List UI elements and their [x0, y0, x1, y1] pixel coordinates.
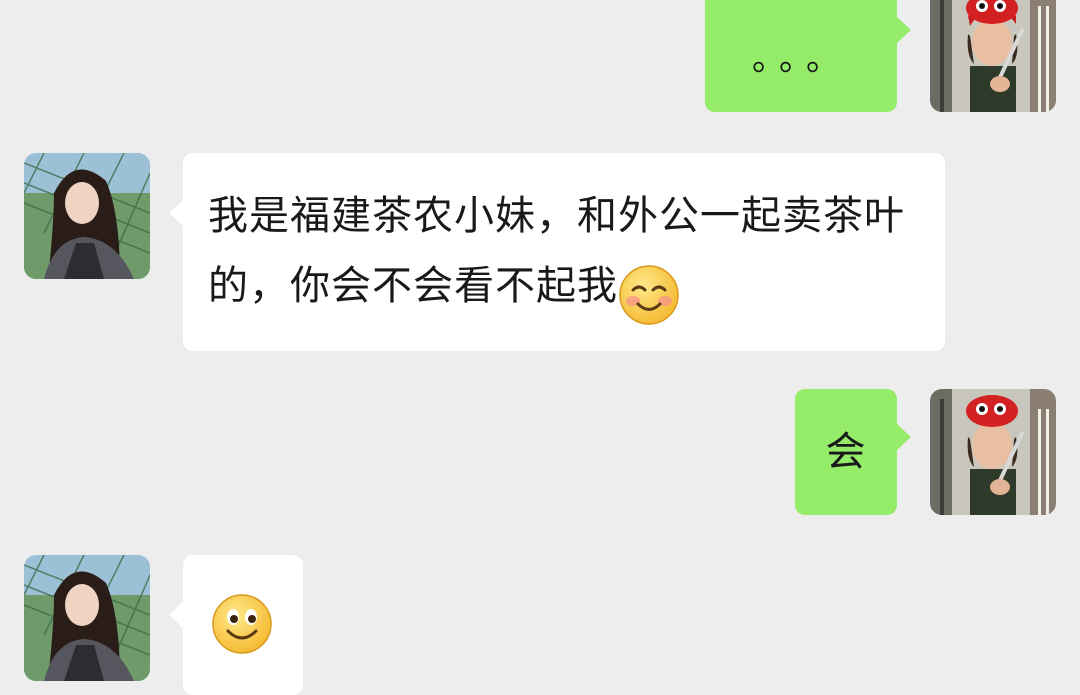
message-bubble-incoming[interactable]: 我是福建茶农小妹，和外公一起卖茶叶的，你会不会看不起我: [169, 153, 945, 351]
message-text: 我是福建茶农小妹，和外公一起卖茶叶的，你会不会看不起我: [208, 193, 905, 309]
message-bubble-outgoing[interactable]: 。。。: [705, 0, 911, 112]
avatar-contact[interactable]: [24, 153, 150, 279]
avatar-self[interactable]: [930, 389, 1056, 515]
blush-smile-emoji-icon: [618, 264, 680, 326]
avatar-boy-image: [930, 389, 1056, 515]
message-text: 。。。: [752, 39, 850, 79]
smile-emoji-icon: [211, 593, 273, 655]
avatar-girl-image: [24, 153, 150, 279]
avatar-self[interactable]: [930, 0, 1056, 112]
message-bubble-incoming[interactable]: [169, 555, 303, 695]
avatar-girl-image: [24, 555, 150, 681]
message-text: 会: [825, 429, 867, 475]
message-bubble-outgoing[interactable]: 会: [795, 389, 911, 515]
avatar-boy-image: [930, 0, 1056, 112]
avatar-contact[interactable]: [24, 555, 150, 681]
chat-window: 。。。 我是福建茶农小妹，和外公一起卖茶叶的，你会不会看不起我 会: [0, 0, 1080, 695]
